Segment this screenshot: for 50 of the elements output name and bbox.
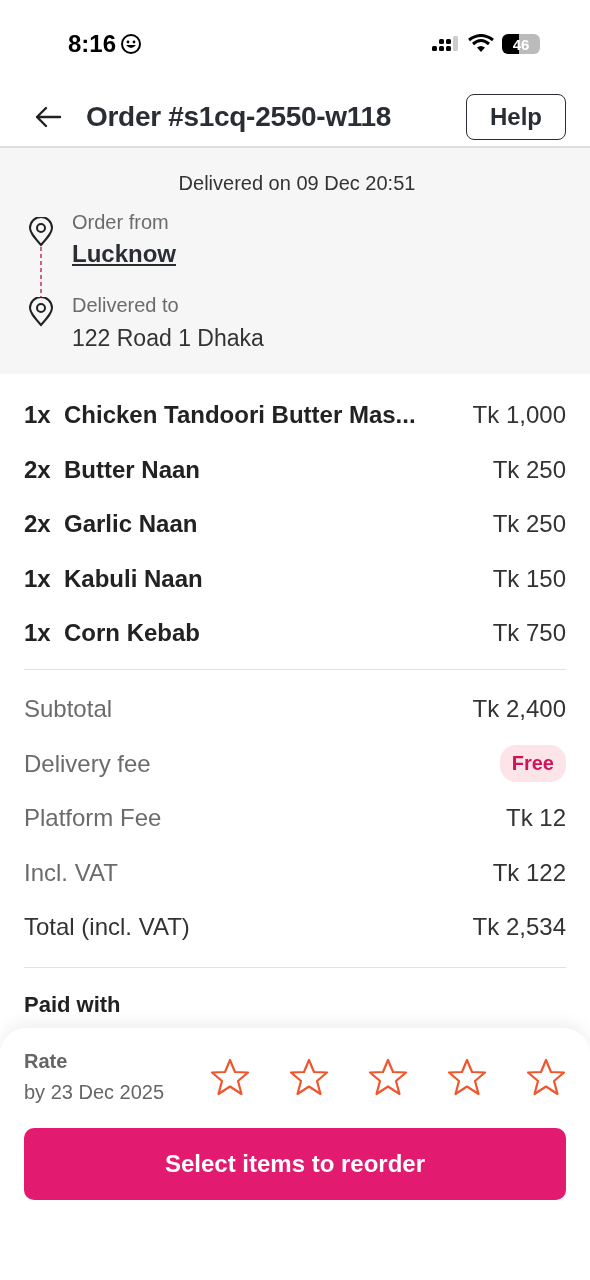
star-icon[interactable] (526, 1058, 566, 1096)
free-badge: Free (499, 745, 566, 783)
summary-value: Tk 2,534 (472, 913, 566, 942)
item-quantity: 1x (24, 619, 52, 648)
summary-label: Platform Fee (24, 804, 162, 833)
restaurant-link[interactable]: Lucknow (72, 240, 176, 268)
back-arrow-icon (34, 105, 62, 129)
signal-icon (432, 34, 460, 54)
reorder-button[interactable]: Select items to reorder (24, 1128, 566, 1200)
summary-label: Incl. VAT (24, 858, 118, 887)
rate-label: Rate (24, 1050, 69, 1073)
summary-value: Tk 122 (492, 858, 566, 887)
item-quantity: 2x (24, 510, 52, 539)
order-title: Order #s1cq-2550-w118 (86, 101, 392, 133)
item-price: Tk 1,000 (472, 401, 566, 430)
delivered-to-label: Delivered to (72, 294, 180, 317)
star-icon[interactable] (289, 1058, 329, 1096)
smiley-icon (120, 33, 143, 55)
item-quantity: 2x (24, 455, 52, 484)
delivery-address: 122 Road 1 Dhaka (72, 325, 264, 352)
summary-value: Tk 12 (505, 804, 566, 833)
item-name: Butter Naan (64, 455, 202, 484)
summary-label: Delivery fee (24, 749, 151, 778)
location-pin-icon (28, 217, 54, 247)
star-icon[interactable] (368, 1058, 408, 1096)
star-icon[interactable] (447, 1058, 487, 1096)
item-name: Corn Kebab (64, 619, 201, 648)
item-name: Chicken Tandoori Butter Mas... (64, 401, 417, 430)
summary-value: Tk 2,400 (472, 695, 566, 724)
item-name: Garlic Naan (64, 510, 199, 539)
location-pin-icon (28, 297, 54, 327)
item-quantity: 1x (24, 401, 52, 430)
status-time: 8:16 (68, 30, 117, 58)
help-button[interactable]: Help (466, 94, 566, 140)
item-price: Tk 250 (492, 510, 566, 539)
delivered-date: Delivered on 09 Dec 20:51 (177, 172, 417, 195)
item-quantity: 1x (24, 564, 52, 593)
item-name: Kabuli Naan (64, 564, 204, 593)
route-line (39, 247, 43, 297)
summary-label: Total (incl. VAT) (24, 913, 190, 942)
item-price: Tk 250 (492, 455, 566, 484)
wifi-icon (468, 34, 494, 54)
rate-deadline: by 23 Dec 2025 (24, 1081, 165, 1104)
order-from-label: Order from (72, 211, 170, 234)
item-price: Tk 750 (492, 619, 566, 648)
star-icon[interactable] (210, 1058, 250, 1096)
payment-heading: Paid with (23, 991, 122, 1018)
back-button[interactable] (34, 105, 62, 129)
summary-label: Subtotal (24, 695, 113, 724)
item-price: Tk 150 (492, 564, 566, 593)
